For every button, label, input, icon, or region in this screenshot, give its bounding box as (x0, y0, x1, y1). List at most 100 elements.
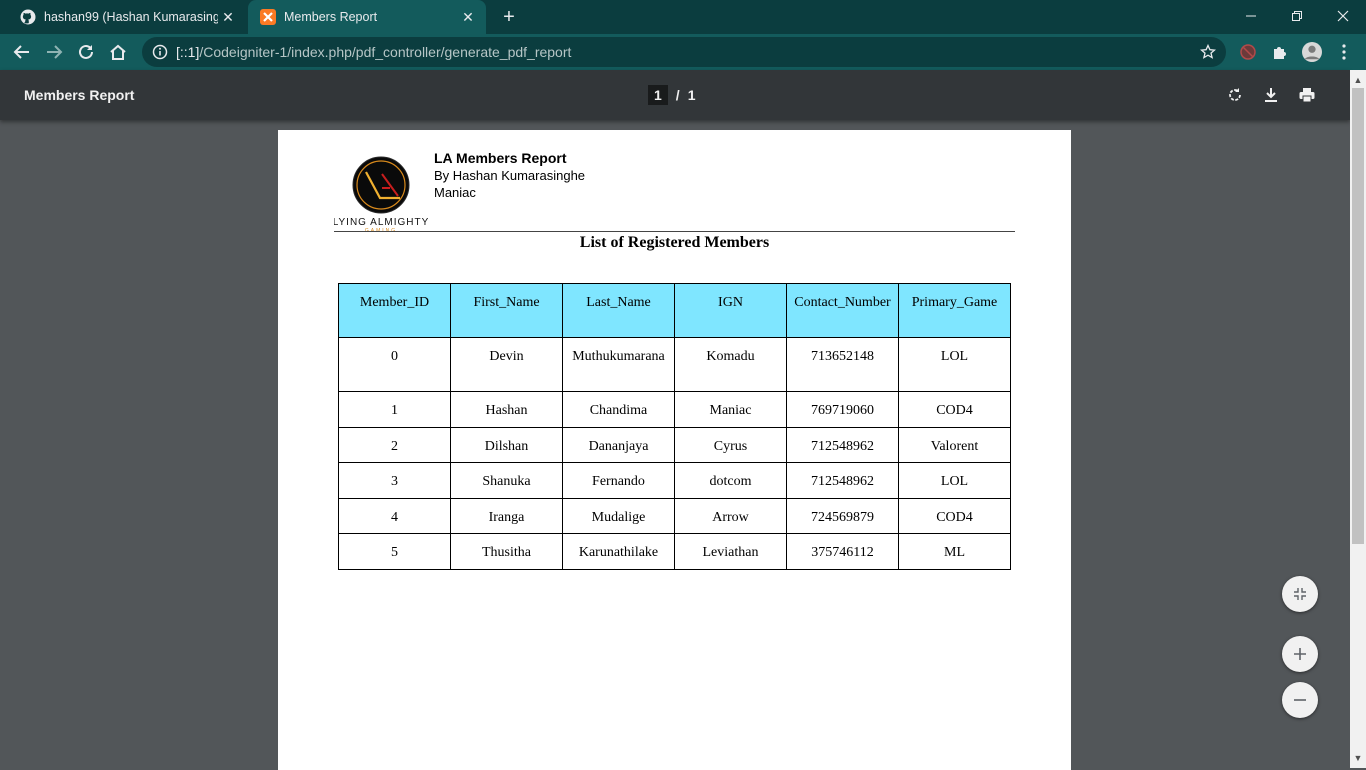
star-icon[interactable] (1199, 43, 1217, 60)
fit-to-page-button[interactable] (1282, 576, 1318, 612)
download-button[interactable] (1259, 83, 1283, 107)
table-cell: Shanuka (450, 462, 563, 499)
reload-icon (79, 44, 93, 59)
arrow-left-icon (13, 45, 29, 59)
table-cell: Maniac (674, 391, 787, 428)
table-cell: Leviathan (674, 533, 787, 570)
table-row: 4 Iranga Mudalige Arrow 724569879 COD4 (338, 497, 1011, 534)
column-header: Contact_Number (786, 283, 899, 338)
report-heading: LA Members Report (434, 150, 567, 166)
extension-blocked-icon[interactable] (1238, 42, 1258, 62)
report-byline: By Hashan Kumarasinghe (434, 168, 586, 183)
column-header: Last_Name (562, 283, 675, 338)
report-alias: Maniac (434, 185, 476, 200)
column-header: IGN (674, 283, 787, 338)
column-header: First_Name (450, 283, 563, 338)
table-cell: Chandima (562, 391, 675, 428)
table-cell: Karunathilake (562, 533, 675, 570)
table-cell: Arrow (674, 497, 787, 534)
table-cell: Muthukumarana (562, 337, 675, 392)
home-button[interactable] (102, 36, 134, 68)
table-header-row: Member_ID First_Name Last_Name IGN Conta… (338, 283, 1011, 338)
address-bar[interactable]: [::1]/Codeigniter-1/index.php/pdf_contro… (142, 37, 1226, 67)
table-cell: Valorent (898, 426, 1011, 463)
minimize-icon (1246, 15, 1256, 17)
table-cell: 0 (338, 337, 451, 392)
table-cell: ML (898, 533, 1011, 570)
page-number-input[interactable]: 1 (648, 85, 668, 105)
table-cell: Mudalige (562, 497, 675, 534)
profile-avatar[interactable] (1302, 42, 1322, 62)
print-button[interactable] (1295, 83, 1319, 107)
table-cell: 5 (338, 533, 451, 570)
minus-icon (1294, 699, 1306, 701)
table-cell: COD4 (898, 391, 1011, 428)
xampp-icon (260, 9, 276, 25)
vertical-scrollbar[interactable]: ▲ ▼ (1350, 70, 1366, 768)
fit-page-icon (1294, 588, 1306, 600)
table-cell: 375746112 (786, 533, 899, 570)
table-cell: Thusitha (450, 533, 563, 570)
puzzle-icon[interactable] (1270, 42, 1290, 62)
members-table: Member_ID First_Name Last_Name IGN Conta… (338, 283, 1011, 570)
table-cell: 713652148 (786, 337, 899, 392)
close-icon[interactable]: ✕ (218, 7, 238, 27)
back-button[interactable] (6, 36, 38, 68)
url-path: /Codeigniter-1/index.php/pdf_controller/… (199, 44, 572, 60)
column-header: Member_ID (338, 283, 451, 338)
info-icon[interactable] (152, 44, 168, 60)
close-window-button[interactable] (1320, 0, 1366, 32)
restore-button[interactable] (1274, 0, 1320, 32)
page-indicator: 1 / 1 (648, 85, 695, 105)
new-tab-button[interactable]: + (496, 5, 522, 29)
zoom-in-button[interactable] (1282, 636, 1318, 672)
pdf-page: LYING ALMIGHTY GAMING LA Members Report … (278, 130, 1071, 770)
printer-icon (1299, 88, 1315, 103)
table-cell: 724569879 (786, 497, 899, 534)
tab-strip: hashan99 (Hashan Kumarasinghe) ✕ Members… (0, 0, 1366, 34)
minimize-button[interactable] (1228, 0, 1274, 32)
scroll-down-icon[interactable]: ▼ (1350, 750, 1366, 766)
close-icon (1337, 10, 1349, 22)
table-cell: Cyrus (674, 426, 787, 463)
table-cell: 712548962 (786, 462, 899, 499)
table-row: 5 Thusitha Karunathilake Leviathan 37574… (338, 533, 1011, 570)
download-icon (1265, 88, 1277, 102)
table-cell: LOL (898, 462, 1011, 499)
table-cell: Devin (450, 337, 563, 392)
table-cell: dotcom (674, 462, 787, 499)
table-cell: Dilshan (450, 426, 563, 463)
forward-button[interactable] (38, 36, 70, 68)
table-row: 3 Shanuka Fernando dotcom 712548962 LOL (338, 462, 1011, 499)
rotate-icon (1229, 88, 1241, 101)
pdf-toolbar: Members Report 1 / 1 (0, 70, 1350, 120)
kebab-menu-icon[interactable] (1334, 42, 1354, 62)
table-cell: LOL (898, 337, 1011, 392)
table-cell: 712548962 (786, 426, 899, 463)
scrollbar-thumb[interactable] (1352, 88, 1364, 544)
reload-button[interactable] (70, 36, 102, 68)
table-cell: Komadu (674, 337, 787, 392)
arrow-right-icon (47, 45, 63, 59)
table-cell: COD4 (898, 497, 1011, 534)
scroll-up-icon[interactable]: ▲ (1350, 72, 1366, 88)
restore-icon (1292, 11, 1302, 21)
list-title: List of Registered Members (579, 234, 770, 251)
table-row: 2 Dilshan Dananjaya Cyrus 712548962 Valo… (338, 426, 1011, 463)
tab-members-report[interactable]: Members Report ✕ (248, 0, 486, 34)
tab-github[interactable]: hashan99 (Hashan Kumarasinghe) ✕ (8, 0, 246, 34)
url-host: [::1] (176, 44, 200, 60)
plus-icon (1294, 648, 1306, 660)
close-icon[interactable]: ✕ (458, 7, 478, 27)
table-cell: 1 (338, 391, 451, 428)
tab-title: hashan99 (Hashan Kumarasinghe) (44, 10, 218, 24)
zoom-out-button[interactable] (1282, 682, 1318, 718)
rotate-button[interactable] (1223, 83, 1247, 107)
table-cell: Iranga (450, 497, 563, 534)
table-cell: Fernando (562, 462, 675, 499)
page-separator: / (675, 87, 680, 103)
browser-toolbar: [::1]/Codeigniter-1/index.php/pdf_contro… (0, 34, 1366, 70)
github-icon (20, 9, 36, 25)
tab-title: Members Report (284, 10, 378, 24)
table-cell: Hashan (450, 391, 563, 428)
